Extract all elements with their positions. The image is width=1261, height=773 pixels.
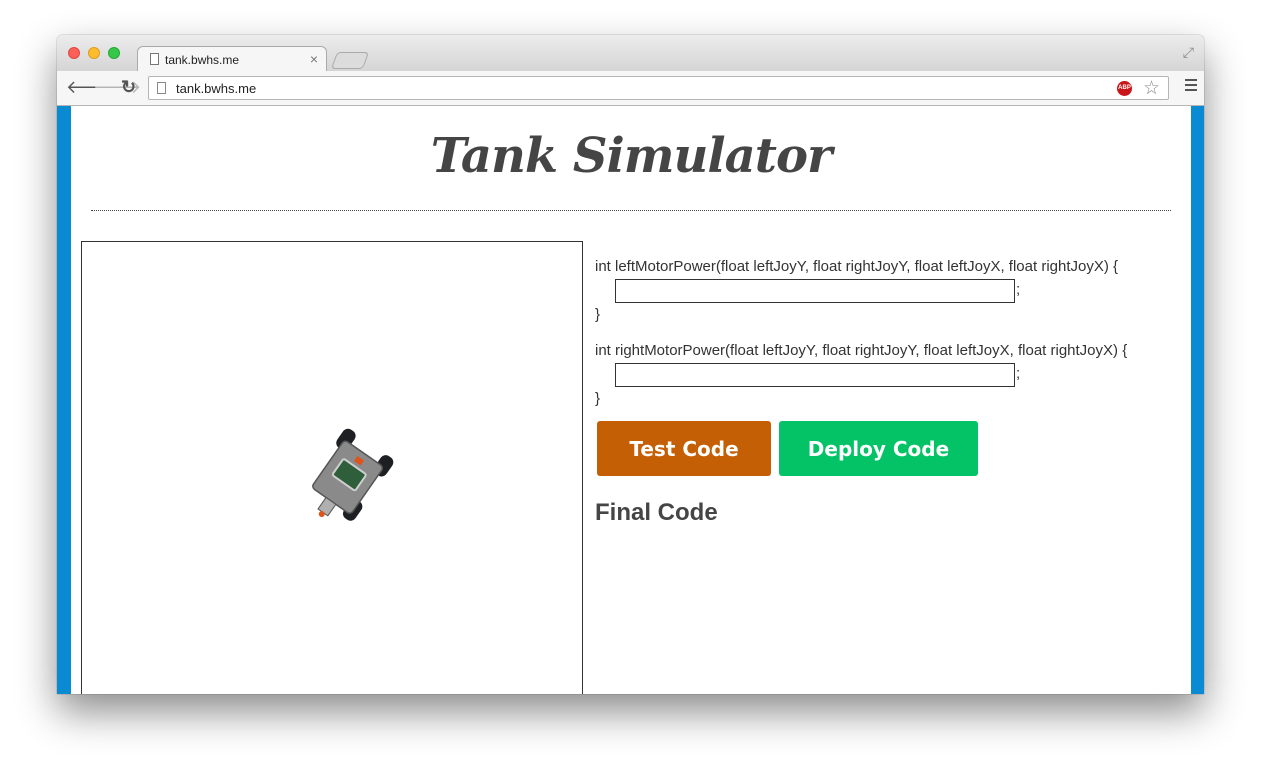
title-divider [91,210,1171,211]
browser-window: tank.bwhs.me × ⤢ 🡐 🡒 ↻ tank.bwhs.me ABP … [57,35,1204,694]
left-motor-signature: int leftMotorPower(float leftJoyY, float… [595,258,1119,275]
deploy-code-button[interactable]: Deploy Code [779,421,978,476]
title-bar: tank.bwhs.me × ⤢ [57,35,1204,72]
simulator-canvas[interactable] [81,241,583,694]
new-tab-button[interactable] [330,52,370,69]
zoom-window-button[interactable] [108,47,120,59]
bookmark-star-icon[interactable]: ☆ [1143,77,1160,100]
left-motor-close-brace: } [595,306,601,323]
page-icon [157,82,166,94]
page-viewport: Tank Simulator int leftMotorPower(float … [57,106,1204,694]
browser-tab[interactable]: tank.bwhs.me × [137,46,327,72]
right-motor-signature: int rightMotorPower(float leftJoyY, floa… [595,342,1128,359]
page-title: Tank Simulator [430,128,833,184]
test-code-button[interactable]: Test Code [597,421,771,476]
window-controls [68,47,120,59]
page-content: Tank Simulator int leftMotorPower(float … [71,106,1191,694]
left-motor-semicolon: ; [1016,281,1021,298]
right-motor-close-brace: } [595,390,601,407]
tab-close-icon[interactable]: × [310,51,318,67]
menu-icon[interactable] [1185,79,1197,91]
close-window-button[interactable] [68,47,80,59]
page-icon [150,53,159,65]
address-bar[interactable]: tank.bwhs.me ABP ☆ [148,76,1169,100]
tab-title: tank.bwhs.me [165,53,240,67]
minimize-window-button[interactable] [88,47,100,59]
reload-icon[interactable]: ↻ [121,77,136,97]
code-editor: int leftMotorPower(float leftJoyY, float… [595,256,1185,410]
adblock-icon[interactable]: ABP [1117,81,1132,96]
left-motor-input[interactable] [615,279,1015,303]
browser-toolbar: 🡐 🡒 ↻ tank.bwhs.me ABP ☆ [57,71,1204,106]
url-text[interactable]: tank.bwhs.me [176,81,256,96]
right-motor-semicolon: ; [1016,365,1021,382]
final-code-heading: Final Code [595,499,718,526]
right-motor-input[interactable] [615,363,1015,387]
tank-robot-icon [312,428,394,521]
fullscreen-icon[interactable]: ⤢ [1183,44,1194,61]
